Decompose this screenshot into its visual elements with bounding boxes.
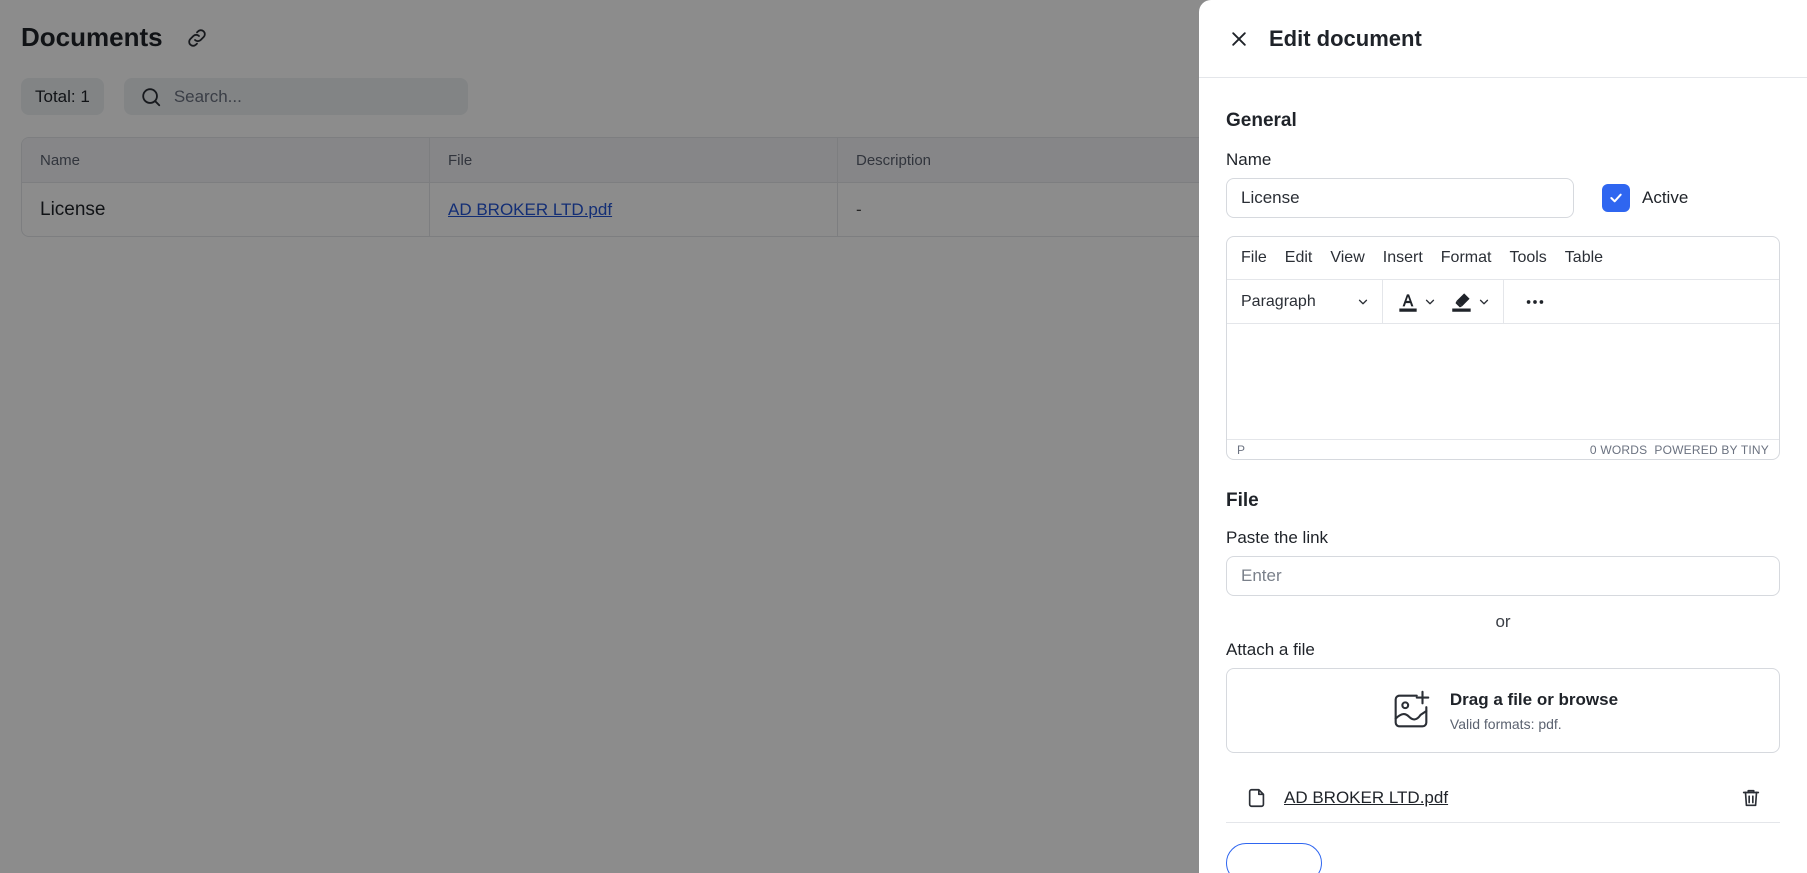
name-input[interactable] — [1226, 178, 1574, 218]
menu-view[interactable]: View — [1330, 249, 1364, 267]
file-section-title: File — [1226, 490, 1259, 511]
link-input[interactable] — [1226, 556, 1780, 596]
editor-statusbar: P 0 WORDS POWERED BY TINY — [1227, 439, 1779, 459]
active-label: Active — [1642, 188, 1689, 207]
menu-format[interactable]: Format — [1441, 249, 1492, 267]
menu-table[interactable]: Table — [1565, 249, 1603, 267]
status-path[interactable]: P — [1237, 443, 1245, 457]
highlight-color-button[interactable] — [1445, 289, 1495, 315]
editor-content-area[interactable] — [1227, 324, 1779, 438]
active-toggle[interactable]: Active — [1602, 184, 1688, 212]
menu-insert[interactable]: Insert — [1383, 249, 1423, 267]
block-format-value: Paragraph — [1241, 292, 1316, 310]
close-icon[interactable] — [1229, 29, 1249, 49]
dropzone-subtitle: Valid formats: pdf. — [1449, 715, 1562, 732]
status-right: 0 WORDS POWERED BY TINY — [1590, 443, 1769, 457]
text-color-button[interactable] — [1391, 289, 1441, 315]
general-section-title: General — [1226, 110, 1297, 131]
paste-link-label: Paste the link — [1226, 528, 1329, 547]
menu-tools[interactable]: Tools — [1509, 249, 1546, 267]
chevron-down-icon — [1425, 299, 1435, 304]
powered-by[interactable]: POWERED BY TINY — [1654, 443, 1769, 457]
attached-file-row: AD BROKER LTD.pdf — [1226, 773, 1780, 823]
dropzone-text: Drag a file or browse Valid formats: pdf… — [1450, 690, 1618, 732]
more-icon — [1526, 299, 1544, 304]
text-color-icon — [1399, 293, 1417, 312]
dropzone-title: Drag a file or browse — [1449, 689, 1619, 709]
editor-toolbar: Paragraph — [1227, 279, 1779, 324]
name-row: Active — [1226, 178, 1780, 218]
image-add-icon — [1394, 690, 1430, 727]
attached-file-link[interactable]: AD BROKER LTD.pdf — [1284, 788, 1740, 808]
name-label: Name — [1226, 150, 1272, 169]
save-button[interactable] — [1226, 843, 1322, 873]
more-tools-button[interactable] — [1504, 291, 1550, 313]
drawer-body: General Name Active File Edit View Inser… — [1226, 78, 1780, 823]
attach-file-label: Attach a file — [1226, 640, 1315, 659]
editor-menubar: File Edit View Insert Format Tools Table — [1227, 237, 1779, 280]
color-tools — [1383, 279, 1504, 324]
chevron-down-icon — [1479, 299, 1489, 304]
word-count[interactable]: 0 WORDS — [1590, 443, 1647, 457]
file-dropzone[interactable]: Drag a file or browse Valid formats: pdf… — [1226, 668, 1780, 753]
rich-text-editor: File Edit View Insert Format Tools Table… — [1226, 236, 1780, 460]
menu-file[interactable]: File — [1241, 249, 1267, 267]
edit-document-drawer: Edit document General Name Active File E… — [1199, 0, 1807, 873]
drawer-header: Edit document — [1199, 0, 1807, 78]
file-icon — [1248, 788, 1265, 807]
drawer-title: Edit document — [1269, 25, 1422, 51]
checkmark-icon — [1610, 193, 1622, 203]
chevron-down-icon — [1358, 299, 1368, 304]
menu-edit[interactable]: Edit — [1285, 249, 1313, 267]
active-checkbox[interactable] — [1602, 184, 1630, 212]
trash-icon[interactable] — [1740, 787, 1762, 809]
highlight-icon — [1452, 292, 1471, 312]
or-divider-text: or — [1495, 612, 1511, 631]
block-format-select[interactable]: Paragraph — [1227, 279, 1383, 324]
